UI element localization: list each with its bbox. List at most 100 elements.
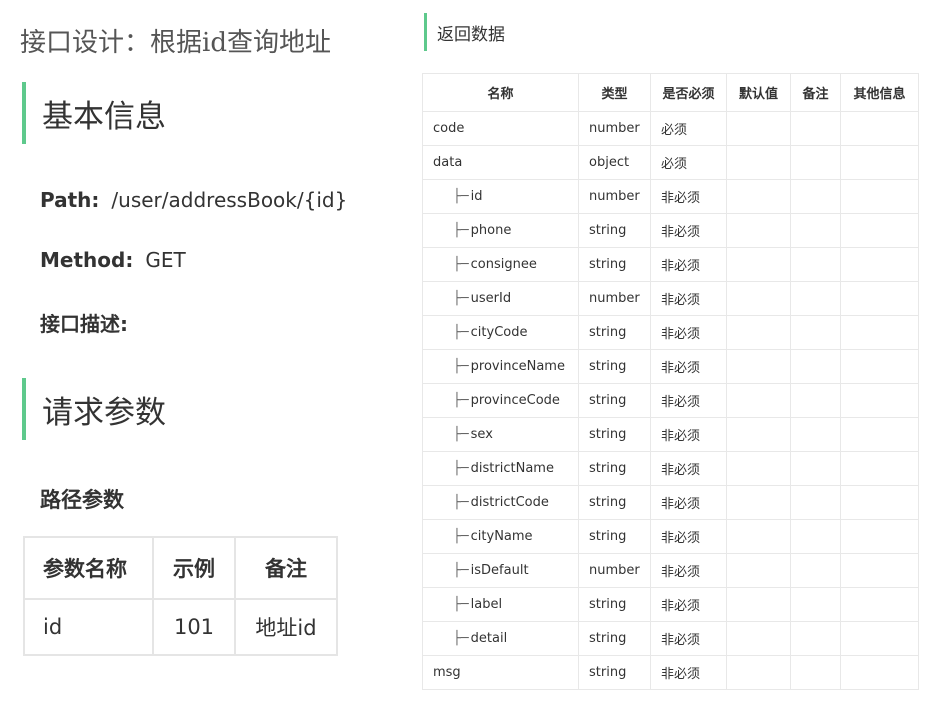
other-info-cell (840, 451, 919, 486)
field-name: code (433, 121, 465, 136)
field-name-cell: ├─ detail (422, 621, 579, 656)
other-info-cell (840, 349, 919, 384)
field-type-cell: number (578, 281, 651, 316)
default-value-cell (726, 655, 791, 690)
field-type-cell: object (578, 145, 651, 180)
tree-branch-icon: ├─ (453, 257, 469, 272)
other-info-cell (840, 519, 919, 554)
other-info-cell (840, 485, 919, 520)
table-header-row: 参数名称 示例 备注 (23, 536, 338, 600)
field-name-cell: data (422, 145, 579, 180)
remark-cell (790, 485, 841, 520)
remark-cell (790, 111, 841, 146)
column-header: 示例 (152, 536, 236, 600)
default-value-cell (726, 383, 791, 418)
path-label: Path (40, 188, 92, 212)
column-header: 备注 (790, 73, 841, 112)
field-name: districtName (470, 461, 554, 476)
default-value-cell (726, 553, 791, 588)
field-name-cell: ├─ consignee (422, 247, 579, 282)
table-row: data object 必须 (422, 145, 919, 180)
other-info-cell (840, 213, 919, 248)
field-required-cell: 非必须 (650, 247, 727, 282)
column-header: 名称 (422, 73, 579, 112)
field-name: cityName (470, 529, 533, 544)
remark-cell (790, 281, 841, 316)
default-value-cell (726, 519, 791, 554)
column-header: 类型 (578, 73, 651, 112)
remark-cell (790, 349, 841, 384)
field-required-cell: 必须 (650, 145, 727, 180)
path-params-table: 参数名称 示例 备注 id 101 地址id (23, 536, 338, 656)
other-info-cell (840, 417, 919, 452)
field-name: msg (433, 665, 461, 680)
tree-branch-icon: ├─ (453, 291, 469, 306)
remark-cell (790, 587, 841, 622)
column-header: 备注 (234, 536, 338, 600)
field-required-cell: 非必须 (650, 315, 727, 350)
table-row: ├─ id number 非必须 (422, 179, 919, 214)
field-name: consignee (470, 257, 537, 272)
field-required-cell: 非必须 (650, 451, 727, 486)
default-value-cell (726, 621, 791, 656)
remark-cell (790, 621, 841, 656)
field-name-cell: ├─ label (422, 587, 579, 622)
field-type-cell: string (578, 383, 651, 418)
table-row: ├─ provinceName string 非必须 (422, 349, 919, 384)
left-panel: 接口设计：根据id查询地址 基本信息 Path:/user/addressBoo… (0, 0, 410, 705)
remark-cell (790, 553, 841, 588)
default-value-cell (726, 315, 791, 350)
field-required-cell: 非必须 (650, 621, 727, 656)
field-name-cell: ├─ provinceName (422, 349, 579, 384)
field-type-cell: number (578, 553, 651, 588)
default-value-cell (726, 485, 791, 520)
field-required-cell: 非必须 (650, 655, 727, 690)
table-row: msg string 非必须 (422, 655, 919, 690)
path-params-heading: 路径参数 (40, 488, 124, 512)
field-name: label (470, 597, 503, 612)
field-name-cell: msg (422, 655, 579, 690)
table-row: id 101 地址id (23, 598, 338, 656)
other-info-cell (840, 587, 919, 622)
field-name-cell: ├─ isDefault (422, 553, 579, 588)
field-name: data (433, 155, 463, 170)
field-required-cell: 非必须 (650, 485, 727, 520)
field-name-cell: ├─ districtCode (422, 485, 579, 520)
other-info-cell (840, 621, 919, 656)
field-name-cell: code (422, 111, 579, 146)
other-info-cell (840, 383, 919, 418)
tree-branch-icon: ├─ (453, 495, 469, 510)
field-required-cell: 非必须 (650, 553, 727, 588)
remark-cell (790, 179, 841, 214)
field-name-cell: ├─ cityCode (422, 315, 579, 350)
table-row: code number 必须 (422, 111, 919, 146)
field-name: detail (470, 631, 508, 646)
table-row: ├─ districtName string 非必须 (422, 451, 919, 486)
field-required-cell: 非必须 (650, 179, 727, 214)
path-line: Path:/user/addressBook/{id} (40, 188, 348, 212)
field-name: sex (470, 427, 493, 442)
remark-cell (790, 519, 841, 554)
other-info-cell (840, 553, 919, 588)
table-row: ├─ phone string 非必须 (422, 213, 919, 248)
default-value-cell (726, 587, 791, 622)
remark-cell (790, 247, 841, 282)
other-info-cell (840, 145, 919, 180)
table-row: ├─ userId number 非必须 (422, 281, 919, 316)
field-name-cell: ├─ sex (422, 417, 579, 452)
remark-cell (790, 213, 841, 248)
default-value-cell (726, 111, 791, 146)
field-name-cell: ├─ userId (422, 281, 579, 316)
field-name: provinceName (470, 359, 565, 374)
column-header: 参数名称 (23, 536, 154, 600)
field-name-cell: ├─ districtName (422, 451, 579, 486)
field-name: isDefault (470, 563, 529, 578)
field-type-cell: string (578, 655, 651, 690)
other-info-cell (840, 179, 919, 214)
tree-branch-icon: ├─ (453, 631, 469, 646)
field-type-cell: number (578, 111, 651, 146)
table-row: ├─ provinceCode string 非必须 (422, 383, 919, 418)
field-name-cell: ├─ phone (422, 213, 579, 248)
other-info-cell (840, 655, 919, 690)
method-label: Method (40, 248, 126, 272)
